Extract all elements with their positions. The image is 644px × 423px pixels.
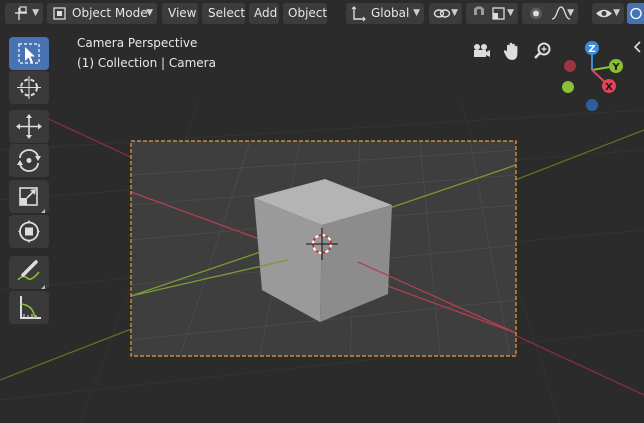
tool-scale[interactable] — [9, 180, 49, 213]
collection-info-label: (1) Collection | Camera — [77, 56, 216, 70]
camera-icon — [474, 44, 490, 57]
measure-ruler-icon — [20, 296, 41, 319]
chevron-down-icon: ▼ — [451, 8, 458, 18]
chevron-down-icon: ▼ — [567, 8, 574, 18]
chevron-down-icon: ▼ — [32, 8, 39, 18]
editor-type-icon — [15, 6, 27, 20]
zoom-icon — [534, 42, 551, 59]
rotate-icon — [17, 149, 41, 172]
visibility-dropdown[interactable]: ▼ — [592, 3, 624, 24]
snap-controls[interactable]: ▼ — [466, 3, 518, 24]
tool-transform[interactable] — [9, 215, 49, 248]
gizmo-x-label: X — [605, 82, 613, 93]
mode-dropdown[interactable]: Object Mode ▼ — [47, 3, 157, 24]
mode-label: Object Mode — [72, 6, 148, 20]
eye-icon — [596, 9, 612, 18]
gizmo-neg-y[interactable] — [562, 81, 574, 93]
navigation-gizmo[interactable]: Z Y X — [556, 38, 636, 118]
view-name-label: Camera Perspective — [77, 36, 198, 50]
transform-icon — [18, 220, 40, 243]
proportional-editing-controls[interactable]: ▼ — [522, 3, 578, 24]
gizmo-toggle-button[interactable] — [627, 3, 644, 24]
cursor-tool-icon — [17, 76, 41, 99]
viewport-header: ▼ Object Mode ▼ View Select Add Object G… — [0, 0, 644, 28]
snap-magnet-icon — [474, 6, 484, 15]
tool-rotate[interactable] — [9, 144, 49, 177]
gizmo-neg-z[interactable] — [586, 99, 598, 111]
menu-select[interactable]: Select — [202, 3, 245, 24]
orientation-label: Global — [371, 6, 410, 20]
link-icon — [433, 9, 451, 18]
tool-move[interactable] — [9, 110, 49, 143]
annotate-pencil-icon — [17, 260, 45, 289]
tool-measure[interactable] — [9, 291, 49, 324]
chevron-down-icon: ▼ — [413, 8, 420, 18]
snap-target-icon — [492, 7, 505, 20]
hand-icon — [503, 42, 518, 60]
chevron-down-icon: ▼ — [146, 8, 153, 18]
editor-type-button[interactable]: ▼ — [5, 3, 43, 24]
pan-view-button[interactable] — [501, 40, 523, 62]
menu-add[interactable]: Add — [249, 3, 279, 24]
zoom-view-button[interactable] — [532, 40, 554, 62]
pivot-point-dropdown[interactable]: ▼ — [429, 3, 462, 24]
proportional-edit-icon — [530, 7, 542, 20]
orientation-icon — [351, 6, 366, 22]
menu-view[interactable]: View — [162, 3, 198, 24]
object-mode-icon — [53, 7, 66, 20]
transform-orientation-dropdown[interactable]: Global ▼ — [346, 3, 424, 24]
gizmo-z-label: Z — [588, 44, 595, 55]
camera-view-button[interactable] — [470, 40, 492, 62]
scale-icon — [19, 187, 45, 213]
move-icon — [16, 114, 42, 139]
gizmo-neg-x[interactable] — [564, 60, 576, 72]
select-box-icon — [18, 43, 40, 64]
chevron-down-icon: ▼ — [507, 8, 514, 18]
tool-annotate[interactable] — [9, 256, 49, 289]
menu-object[interactable]: Object — [283, 3, 327, 24]
gizmo-y-label: Y — [611, 62, 620, 73]
tool-select-box[interactable] — [9, 37, 49, 70]
gizmo-icon — [630, 7, 642, 20]
tool-cursor[interactable] — [9, 71, 49, 104]
chevron-down-icon: ▼ — [613, 8, 620, 18]
